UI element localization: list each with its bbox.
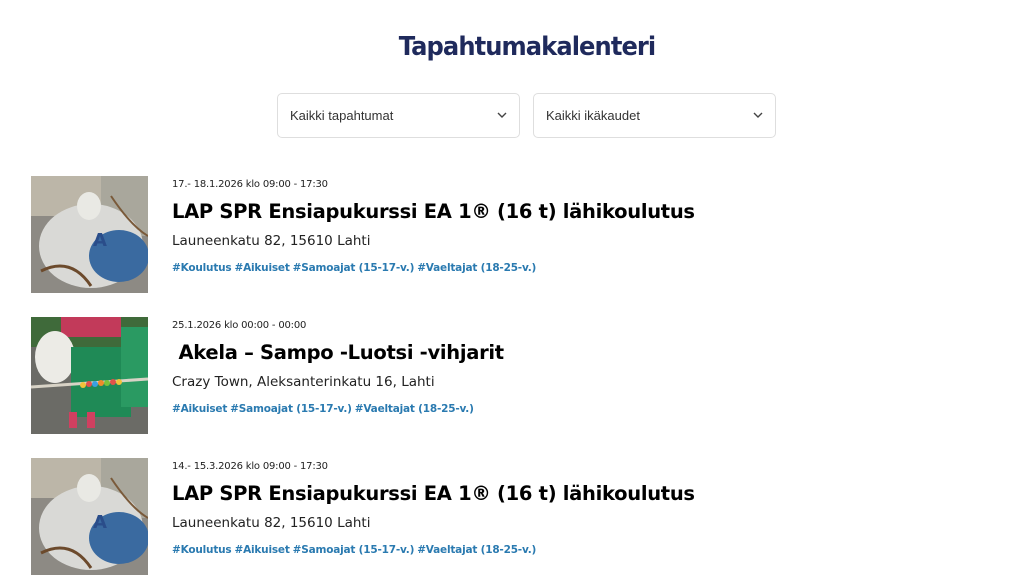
- svg-text:A: A: [93, 230, 107, 251]
- tag-link[interactable]: #Samoajat (15-17-v.): [293, 544, 415, 556]
- tag-link[interactable]: #Aikuiset: [172, 403, 227, 415]
- event-location: Launeenkatu 82, 15610 Lahti: [172, 515, 371, 531]
- event-item[interactable]: 25.1.2026 klo 00:00 - 00:00 Akela – Samp…: [31, 317, 931, 435]
- event-thumbnail-plush-toy[interactable]: A: [31, 458, 148, 575]
- event-type-select-value: Kaikki tapahtumat: [290, 108, 394, 123]
- filter-bar: Kaikki tapahtumat Kaikki ikäkaudet: [277, 93, 776, 138]
- event-item[interactable]: A 14.- 15.3.2026 klo 09:00 - 17:30 LAP S…: [31, 458, 931, 576]
- tag-link[interactable]: #Koulutus: [172, 262, 232, 274]
- event-title-link[interactable]: LAP SPR Ensiapukurssi EA 1® (16 t) lähik…: [172, 200, 695, 223]
- event-thumbnail-plush-toy[interactable]: A: [31, 176, 148, 293]
- event-type-select[interactable]: Kaikki tapahtumat: [277, 93, 520, 138]
- event-tags: #Koulutus #Aikuiset #Samoajat (15-17-v.) #V…: [172, 544, 539, 556]
- event-title-link[interactable]: Akela – Sampo -Luotsi -vihjarit: [172, 341, 504, 364]
- event-location: Crazy Town, Aleksanterinkatu 16, Lahti: [172, 374, 435, 390]
- event-location: Launeenkatu 82, 15610 Lahti: [172, 233, 371, 249]
- page-title: Tapahtumakalenteri: [398, 32, 656, 62]
- event-date: 25.1.2026 klo 00:00 - 00:00: [172, 320, 307, 331]
- age-group-select[interactable]: Kaikki ikäkaudet: [533, 93, 776, 138]
- event-date: 14.- 15.3.2026 klo 09:00 - 17:30: [172, 461, 328, 472]
- event-image: [31, 317, 148, 434]
- event-thumbnail-plush-bead-necklace[interactable]: [31, 317, 148, 434]
- event-tags: #Koulutus #Aikuiset #Samoajat (15-17-v.) #V…: [172, 262, 539, 274]
- svg-text:A: A: [93, 512, 107, 533]
- tag-link[interactable]: #Vaeltajat (18-25-v.): [355, 403, 474, 415]
- event-calendar-page: Tapahtumakalenteri Kaikki tapahtumat Kai…: [0, 0, 1024, 582]
- event-image: A: [31, 458, 148, 575]
- tag-link[interactable]: #Vaeltajat (18-25-v.): [417, 262, 536, 274]
- age-group-select-value: Kaikki ikäkaudet: [546, 108, 640, 123]
- event-item[interactable]: A 17.- 18.1.2026 klo 09:00 - 17:30 LAP S…: [31, 176, 931, 294]
- chevron-down-icon: [753, 112, 763, 118]
- event-title-link[interactable]: LAP SPR Ensiapukurssi EA 1® (16 t) lähik…: [172, 482, 695, 505]
- tag-link[interactable]: #Aikuiset: [234, 262, 289, 274]
- event-date: 17.- 18.1.2026 klo 09:00 - 17:30: [172, 179, 328, 190]
- tag-link[interactable]: #Samoajat (15-17-v.): [230, 403, 352, 415]
- tag-link[interactable]: #Samoajat (15-17-v.): [293, 262, 415, 274]
- chevron-down-icon: [497, 112, 507, 118]
- event-image: A: [31, 176, 148, 293]
- tag-link[interactable]: #Vaeltajat (18-25-v.): [417, 544, 536, 556]
- event-tags: #Aikuiset #Samoajat (15-17-v.) #Vaeltajat …: [172, 403, 477, 415]
- tag-link[interactable]: #Aikuiset: [234, 544, 289, 556]
- tag-link[interactable]: #Koulutus: [172, 544, 232, 556]
